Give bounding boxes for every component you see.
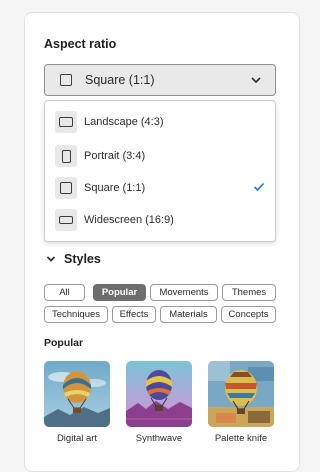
styles-title: Styles [64,252,101,266]
widescreen-icon [59,216,73,224]
chip-materials[interactable]: Materials [160,306,217,323]
option-label: Portrait (3:4) [84,150,146,162]
portrait-icon [61,149,71,163]
option-label: Square (1:1) [84,182,146,194]
widescreen-icon-box [55,209,77,231]
chip-techniques[interactable]: Techniques [44,306,108,323]
square-icon-box [55,177,77,199]
aspect-ratio-select[interactable]: Square (1:1) [44,64,276,96]
square-icon [60,74,72,86]
landscape-icon-box [55,111,77,133]
chip-movements[interactable]: Movements [150,284,218,301]
style-card-digital-art[interactable] [44,361,110,427]
style-card-synthwave[interactable] [126,361,192,427]
landscape-icon [59,117,73,127]
chevron-down-icon [251,77,261,84]
style-card-label: Palette knife [214,433,268,444]
option-portrait[interactable]: Portrait (3:4) [45,141,275,171]
square-icon [60,182,72,194]
aspect-ratio-title: Aspect ratio [44,37,117,51]
chip-all[interactable]: All [44,284,85,301]
popular-title: Popular [44,337,84,349]
aspect-ratio-dropdown: Landscape (4:3) Portrait (3:4) Square (1… [44,100,276,242]
chip-concepts[interactable]: Concepts [221,306,276,323]
styles-section-toggle[interactable]: Styles [46,252,101,266]
chip-popular[interactable]: Popular [93,284,146,301]
option-square[interactable]: Square (1:1) [45,173,275,203]
style-card-label: Synthwave [135,433,183,444]
chevron-down-icon [46,256,56,262]
option-widescreen[interactable]: Widescreen (16:9) [45,205,275,235]
synthwave-thumbnail [126,361,192,427]
chip-effects[interactable]: Effects [112,306,156,323]
portrait-icon-box [55,145,77,167]
chip-themes[interactable]: Themes [222,284,276,301]
style-card-palette-knife[interactable] [208,361,274,427]
option-label: Landscape (4:3) [84,116,164,128]
style-card-label: Digital art [56,433,98,444]
aspect-ratio-selected-label: Square (1:1) [85,73,155,87]
palette-knife-thumbnail [208,361,274,427]
digital-art-thumbnail [44,361,110,427]
option-label: Widescreen (16:9) [84,214,174,226]
option-landscape[interactable]: Landscape (4:3) [45,107,275,137]
checkmark-icon [253,182,265,192]
